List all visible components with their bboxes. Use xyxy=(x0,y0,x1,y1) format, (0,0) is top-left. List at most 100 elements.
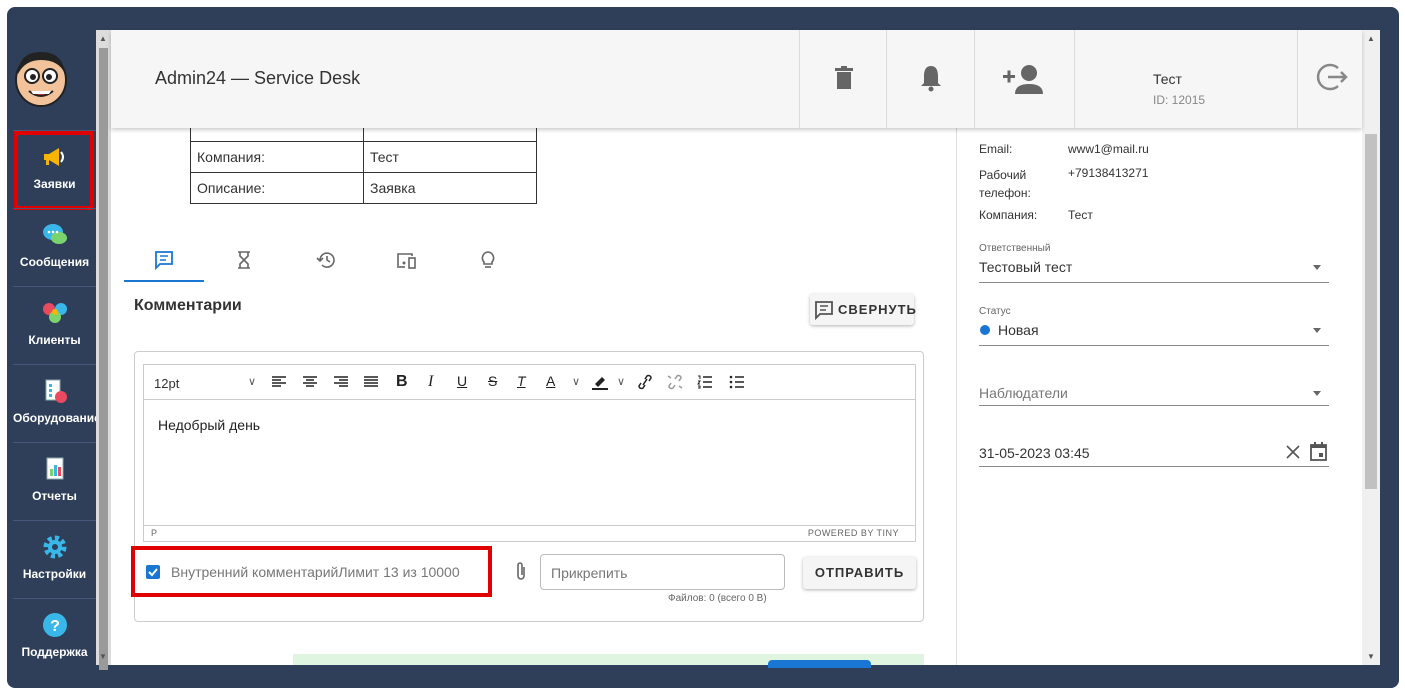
calendar-icon[interactable] xyxy=(1310,442,1327,461)
date-input[interactable]: 31-05-2023 03:45 xyxy=(979,445,1090,461)
observers-select[interactable]: Наблюдатели xyxy=(979,385,1068,401)
field-underline xyxy=(979,466,1329,467)
sidebar-item-label: Оборудование xyxy=(13,411,101,425)
table-row: Описание: Заявка xyxy=(190,172,537,204)
chevron-down-icon[interactable]: ∨ xyxy=(248,375,256,388)
dropdown-arrow-icon[interactable] xyxy=(1313,391,1321,396)
status-dot-icon xyxy=(980,325,990,335)
user-id: ID: 12015 xyxy=(1153,93,1206,107)
trash-icon xyxy=(835,66,853,89)
app-logo[interactable] xyxy=(13,46,70,108)
strikethrough-icon[interactable]: S xyxy=(488,373,497,389)
align-center-icon[interactable] xyxy=(302,375,318,389)
delete-button[interactable] xyxy=(799,30,886,128)
highlight-box-tickets xyxy=(14,131,94,210)
top-header: Admin24 — Service Desk Тест ID: 12015 xyxy=(111,30,1362,128)
sidebar-item-label: Поддержка xyxy=(21,645,88,659)
table-row: Компания: Тест xyxy=(190,141,537,173)
element-path: P xyxy=(151,528,158,538)
client-company-key: Компания: xyxy=(979,208,1038,222)
dropdown-arrow-icon[interactable] xyxy=(1313,265,1321,270)
right-scrollbar[interactable]: ▲ ▼ xyxy=(1362,30,1380,665)
comment-icon xyxy=(815,301,833,320)
unlink-icon[interactable] xyxy=(666,374,684,390)
page-title: Admin24 — Service Desk xyxy=(155,68,361,88)
tab-devices[interactable] xyxy=(366,246,446,282)
align-justify-icon[interactable] xyxy=(363,375,379,389)
logout-icon xyxy=(1316,63,1348,91)
add-person-icon xyxy=(1003,65,1043,94)
chat-bubbles-icon xyxy=(42,224,67,244)
attach-input[interactable]: Прикрепить xyxy=(540,554,785,590)
clear-icon[interactable] xyxy=(1286,445,1300,459)
tab-history[interactable] xyxy=(286,246,366,282)
left-scrollbar[interactable]: ▲ ▼ xyxy=(96,30,111,670)
right-scrollbar-thumb[interactable] xyxy=(1365,134,1377,489)
link-icon[interactable] xyxy=(636,374,654,390)
sidebar-item-messages[interactable]: Сообщения xyxy=(13,208,96,286)
bulleted-list-icon[interactable] xyxy=(729,375,745,389)
rich-text-editor[interactable]: 12pt ∨ B I U S T A ∨ ∨ Недобрый день P P… xyxy=(143,364,916,542)
dropdown-arrow-icon[interactable] xyxy=(1313,328,1321,333)
sidebar-item-clients[interactable]: Клиенты xyxy=(13,286,96,364)
tab-comments[interactable] xyxy=(124,246,204,282)
responsible-select[interactable]: Тестовый тест xyxy=(979,259,1072,275)
send-button[interactable]: ОТПРАВИТЬ xyxy=(803,557,916,589)
user-profile[interactable]: Тест ID: 12015 xyxy=(1074,30,1297,128)
add-user-button[interactable] xyxy=(974,30,1074,128)
client-email-key: Email: xyxy=(979,142,1013,156)
align-right-icon[interactable] xyxy=(333,375,349,389)
italic-icon[interactable]: I xyxy=(428,373,433,391)
align-left-icon[interactable] xyxy=(271,375,287,389)
hourglass-icon xyxy=(238,251,250,269)
logout-button[interactable] xyxy=(1297,30,1362,128)
sidebar-item-label: Отчеты xyxy=(32,489,77,503)
table-cell-value: Заявка xyxy=(363,172,537,204)
bold-icon[interactable]: B xyxy=(396,373,408,391)
sidebar-item-label: Клиенты xyxy=(28,333,81,347)
sidebar-item-label: Настройки xyxy=(22,567,87,581)
comments-title: Комментарии xyxy=(134,297,242,314)
clear-format-icon[interactable]: T xyxy=(517,373,526,389)
chevron-down-icon[interactable]: ∨ xyxy=(617,375,625,388)
editor-statusbar: P POWERED BY TINY xyxy=(144,525,915,541)
text-color-icon[interactable]: A xyxy=(546,373,555,389)
table-cell-key: Компания: xyxy=(190,141,364,173)
panel-divider xyxy=(956,128,957,665)
chevron-down-icon[interactable]: ∨ xyxy=(572,375,580,388)
sidebar-item-reports[interactable]: Отчеты xyxy=(13,442,96,520)
collapse-button[interactable]: СВЕРНУТЬ xyxy=(810,294,917,325)
client-phone-key: Рабочий телефон: xyxy=(979,168,1031,200)
powered-by[interactable]: POWERED BY TINY xyxy=(808,528,899,538)
font-size-select[interactable]: 12pt xyxy=(154,376,179,391)
highlight-color-icon[interactable] xyxy=(591,374,609,390)
field-underline xyxy=(979,282,1329,283)
message-preview-chip xyxy=(768,660,871,668)
gear-icon xyxy=(43,535,66,559)
client-phone[interactable]: +79138413271 xyxy=(1068,166,1148,180)
help-icon: ? xyxy=(42,613,67,637)
sidebar-item-support[interactable]: ? Поддержка xyxy=(13,598,96,665)
collapse-label: СВЕРНУТЬ xyxy=(838,302,917,317)
table-cell-value: Тест xyxy=(363,141,537,173)
editor-content[interactable]: Недобрый день xyxy=(158,417,260,433)
status-select[interactable]: Новая xyxy=(998,322,1039,338)
devices-icon xyxy=(397,253,416,269)
client-email[interactable]: www1@mail.ru xyxy=(1068,142,1149,156)
underline-icon[interactable]: U xyxy=(457,373,467,389)
field-underline xyxy=(979,405,1329,406)
left-scrollbar-thumb[interactable] xyxy=(99,48,108,670)
sidebar-item-equipment[interactable]: Оборудование xyxy=(13,364,101,442)
notifications-button[interactable] xyxy=(886,30,974,128)
tab-ideas[interactable] xyxy=(448,246,528,282)
paperclip-icon[interactable] xyxy=(514,561,528,583)
numbered-list-icon[interactable] xyxy=(697,375,713,389)
svg-text:?: ? xyxy=(50,618,60,635)
client-company: Тест xyxy=(1068,208,1093,222)
equipment-icon xyxy=(45,379,67,403)
user-name: Тест xyxy=(1153,71,1182,87)
bell-icon xyxy=(921,66,941,92)
tab-timer[interactable] xyxy=(204,246,284,282)
highlight-box-internal xyxy=(131,546,492,597)
sidebar-item-settings[interactable]: Настройки xyxy=(13,520,96,598)
